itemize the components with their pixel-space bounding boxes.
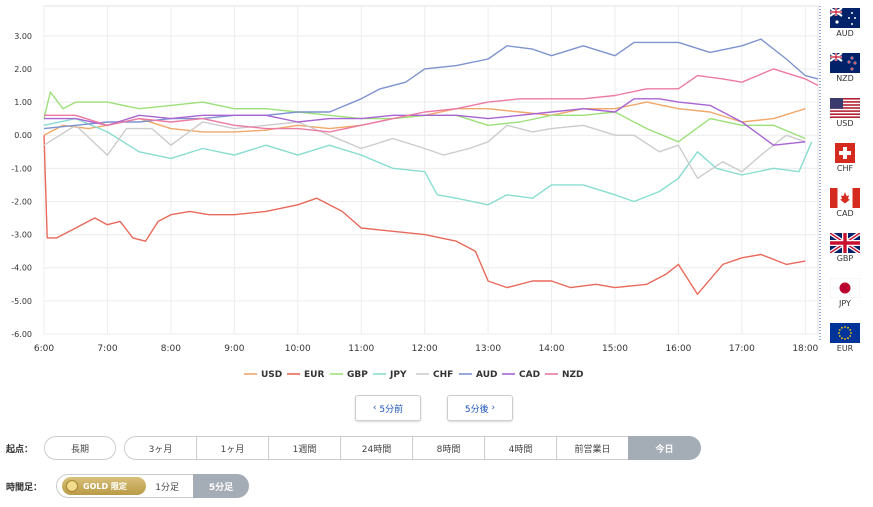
start-option-7[interactable]: 今日 [628, 436, 701, 460]
gold-coin-icon [66, 480, 78, 492]
flag-toggle-aud[interactable]: AUD [828, 8, 862, 38]
flag-label: JPY [839, 299, 851, 308]
flag-toggle-cad[interactable]: CAD [828, 188, 862, 218]
flag-label: CAD [836, 209, 854, 218]
y-tick-label: -6.00 [11, 330, 32, 339]
x-tick-label: 18:00 [792, 344, 818, 354]
x-tick-label: 17:00 [729, 344, 755, 354]
legend-label-usd: USD [261, 370, 282, 380]
plot-area [43, 5, 819, 335]
flag-toggle-nzd[interactable]: NZD [828, 53, 862, 83]
gold-only-badge: GOLD 限定 [62, 477, 146, 495]
x-tick-label: 13:00 [475, 344, 501, 354]
start-option-1[interactable]: 1ヶ月 [196, 436, 269, 460]
series-line-jpy [43, 117, 813, 206]
y-tick-label: 1.00 [14, 98, 32, 107]
legend-label-nzd: NZD [562, 370, 584, 380]
x-tick-label: 11:00 [348, 344, 374, 354]
y-tick-label: -2.00 [11, 197, 32, 206]
flag-label: NZD [836, 74, 854, 83]
y-tick-label: -4.00 [11, 264, 32, 273]
y-tick-label: 0.00 [14, 131, 32, 140]
flag-toggle-usd[interactable]: USD [828, 98, 862, 128]
x-tick-label: 8:00 [161, 344, 181, 354]
x-tick-label: 7:00 [97, 344, 117, 354]
start-option-0[interactable]: 3ヶ月 [124, 436, 197, 460]
flag-label: GBP [836, 254, 854, 263]
australia-flag-icon [830, 8, 860, 28]
x-tick-label: 12:00 [412, 344, 438, 354]
flag-label: CHF [836, 164, 854, 173]
x-tick-label: 14:00 [539, 344, 565, 354]
x-tick-label: 9:00 [224, 344, 244, 354]
grid [43, 5, 819, 335]
flag-toggle-eur[interactable]: EUR [828, 323, 862, 353]
series-line-nzd [44, 68, 819, 133]
x-tick-label: 15:00 [602, 344, 628, 354]
legend-label-jpy: JPY [389, 370, 407, 380]
start-option-5[interactable]: 4時間 [484, 436, 557, 460]
start-option-4[interactable]: 8時間 [412, 436, 485, 460]
x-tick-label: 6:00 [34, 344, 54, 354]
flag-toggle-jpy[interactable]: JPY [828, 278, 862, 308]
eu-flag-icon [830, 323, 860, 343]
y-tick-label: -5.00 [11, 297, 32, 306]
swiss-flag-icon [835, 143, 855, 163]
y-tick-label: -3.00 [11, 231, 32, 240]
start-option-6[interactable]: 前営業日 [556, 436, 629, 460]
interval-label: 時間足： [6, 483, 43, 493]
prev-5min-button[interactable]: ‹ 5分前 [355, 395, 421, 421]
legend-label-aud: AUD [476, 370, 497, 380]
new-zealand-flag-icon [830, 53, 860, 73]
canada-flag-icon [830, 188, 860, 208]
y-tick-label: -1.00 [11, 164, 32, 173]
start-option-long[interactable]: 長期 [44, 436, 116, 460]
uk-flag-icon [830, 233, 860, 253]
flag-toggle-gbp[interactable]: GBP [828, 233, 862, 263]
usa-flag-icon [830, 98, 860, 118]
legend-label-gbp: GBP [347, 370, 368, 380]
start-option-3[interactable]: 24時間 [340, 436, 413, 460]
flag-label: USD [836, 119, 854, 128]
chevron-right-icon: › [488, 403, 496, 413]
legend-label-chf: CHF [433, 370, 453, 380]
interval-option-5min[interactable]: 5分足 [193, 474, 249, 498]
y-tick-label: 2.00 [14, 65, 32, 74]
legend-label-eur: EUR [304, 370, 324, 380]
flag-label: AUD [836, 29, 854, 38]
x-tick-label: 10:00 [285, 344, 311, 354]
y-tick-label: 3.00 [14, 32, 32, 41]
next-5min-button[interactable]: 5分後 › [447, 395, 513, 421]
start-option-2[interactable]: 1週間 [268, 436, 341, 460]
legend: USD EUR GBP JPY CHF AUD CAD NZD [244, 370, 584, 380]
x-tick-label: 16:00 [665, 344, 691, 354]
flag-toggle-chf[interactable]: CHF [828, 143, 862, 173]
legend-label-cad: CAD [519, 370, 540, 380]
flag-label: EUR [836, 344, 854, 353]
currency-strength-chart: 6:00 7:00 8:00 9:00 10:00 11:00 12:00 13:00 14:0… [11, 5, 821, 380]
start-point-label: 起点： [6, 445, 34, 455]
japan-flag-icon [830, 278, 860, 298]
